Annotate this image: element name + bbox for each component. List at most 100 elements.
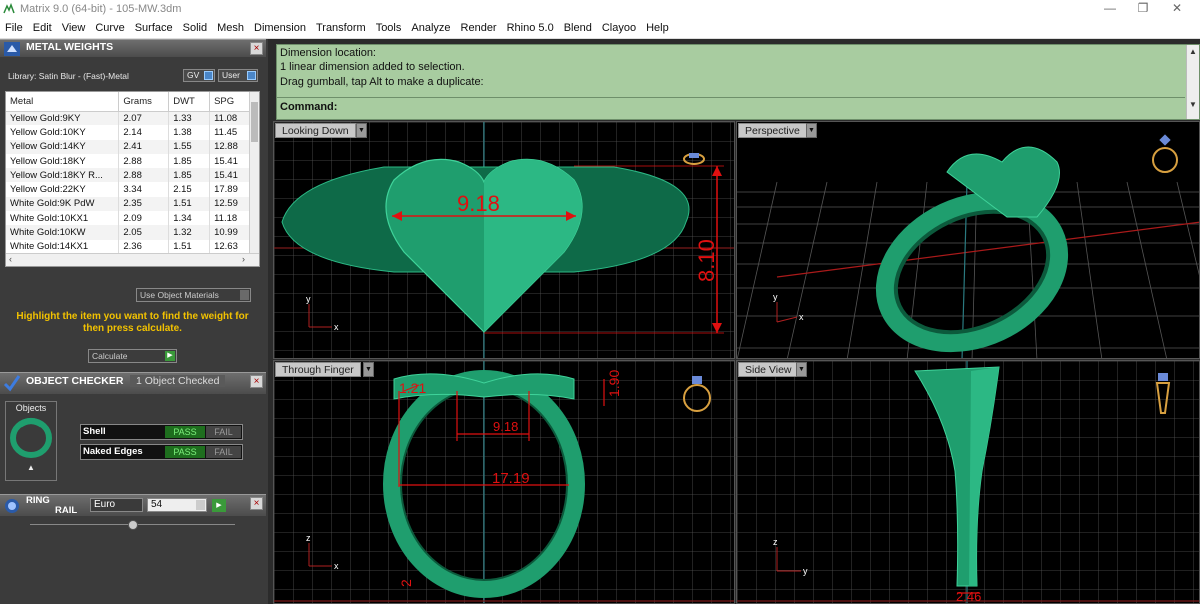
table-row[interactable]: Yellow Gold:9KY 2.07 1.33 11.08 bbox=[6, 111, 251, 126]
side-dimension-label: 2.46 bbox=[956, 589, 981, 604]
menu-rhino[interactable]: Rhino 5.0 bbox=[502, 19, 559, 39]
viewport-looking-down[interactable]: 9.18 8.10 y x Looking Down ▼ bbox=[273, 121, 735, 359]
metal-weights-close-button[interactable]: × bbox=[250, 42, 263, 55]
menu-render[interactable]: Render bbox=[456, 19, 502, 39]
table-cell: 11.45 bbox=[209, 125, 251, 140]
table-row[interactable]: White Gold:10KX1 2.09 1.34 11.18 bbox=[6, 211, 251, 226]
calculate-button[interactable]: Calculate ▶ bbox=[88, 349, 177, 363]
column-header-grams[interactable]: Grams bbox=[118, 92, 170, 112]
minimize-button[interactable]: — bbox=[1095, 1, 1125, 17]
viewport-perspective[interactable]: y x Perspective ▼ bbox=[736, 121, 1200, 359]
table-cell: 2.05 bbox=[118, 225, 170, 240]
ring-thumbnail-icon bbox=[10, 418, 52, 458]
table-cell: 1.85 bbox=[168, 153, 211, 169]
command-scrollbar[interactable]: ▲ ▼ bbox=[1186, 45, 1199, 119]
table-cell: 2.36 bbox=[118, 239, 170, 254]
metal-table[interactable]: Metal Grams DWT SPG Yellow Gold:9KY 2.07 1… bbox=[5, 91, 260, 267]
viewport-menu-arrow[interactable]: ▼ bbox=[363, 362, 374, 377]
weight-hint-text: Highlight the item you want to find the … bbox=[16, 311, 249, 334]
viewport-label-side-view[interactable]: Side View bbox=[738, 362, 799, 377]
table-row[interactable]: White Gold:14KX1 2.36 1.51 12.63 bbox=[6, 239, 251, 254]
table-cell: White Gold:10KX1 bbox=[6, 211, 120, 226]
menu-transform[interactable]: Transform bbox=[311, 19, 371, 39]
checkmark-icon bbox=[3, 375, 21, 392]
close-window-button[interactable]: ✕ bbox=[1162, 1, 1192, 17]
viewport-menu-arrow[interactable]: ▼ bbox=[796, 362, 807, 377]
table-row[interactable]: Yellow Gold:10KY 2.14 1.38 11.45 bbox=[6, 125, 251, 140]
menu-solid[interactable]: Solid bbox=[178, 19, 212, 39]
use-object-materials-dropdown[interactable]: Use Object Materials bbox=[136, 288, 251, 302]
ring-size-value: 54 bbox=[151, 499, 163, 510]
user-label: User bbox=[222, 70, 240, 80]
menu-blend[interactable]: Blend bbox=[559, 19, 597, 39]
table-cell: 2.88 bbox=[118, 153, 170, 169]
history-line-3: Drag gumball, tap Alt to make a duplicat… bbox=[280, 75, 484, 88]
metal-weights-title: METAL WEIGHTS bbox=[26, 41, 114, 53]
ring-size-select[interactable]: 54 bbox=[147, 498, 207, 512]
command-input[interactable]: Command: bbox=[277, 97, 1185, 117]
svg-text:z: z bbox=[306, 533, 311, 543]
menu-tools[interactable]: Tools bbox=[371, 19, 407, 39]
viewport-menu-arrow[interactable]: ▼ bbox=[356, 123, 367, 138]
table-cell: 2.09 bbox=[118, 211, 170, 226]
maximize-button[interactable]: ❐ bbox=[1128, 1, 1158, 17]
user-toggle[interactable]: User bbox=[218, 69, 258, 82]
menu-file[interactable]: File bbox=[0, 19, 28, 39]
column-header-spg[interactable]: SPG bbox=[209, 92, 251, 112]
menu-view[interactable]: View bbox=[57, 19, 91, 39]
table-cell: 2.35 bbox=[118, 196, 170, 212]
table-row[interactable]: Yellow Gold:18KY R... 2.88 1.85 15.41 bbox=[6, 168, 251, 183]
check-naked-edges-name: Naked Edges bbox=[83, 446, 143, 457]
window-title: Matrix 9.0 (64-bit) - 105-MW.3dm bbox=[20, 3, 182, 15]
scale-icon bbox=[4, 42, 20, 56]
viewport-through-finger[interactable]: 1.21 1.90 9.18 17.19 2 z x Through Finger… bbox=[273, 360, 735, 604]
table-cell: 15.41 bbox=[209, 168, 251, 183]
menu-help[interactable]: Help bbox=[641, 19, 674, 39]
menu-mesh[interactable]: Mesh bbox=[212, 19, 249, 39]
viewport-menu-arrow[interactable]: ▼ bbox=[806, 123, 817, 138]
menu-bar: File Edit View Curve Surface Solid Mesh Dimensi… bbox=[0, 19, 1200, 39]
check-shell-pass: PASS bbox=[165, 426, 205, 438]
objects-thumbnail[interactable]: Objects ▲ bbox=[5, 401, 57, 481]
metal-table-vertical-scrollbar[interactable] bbox=[249, 92, 259, 254]
app-icon bbox=[3, 3, 15, 14]
menu-dimension[interactable]: Dimension bbox=[249, 19, 311, 39]
ring-rail-go-button[interactable]: ▶ bbox=[212, 499, 226, 512]
metal-table-horizontal-scrollbar[interactable]: ‹ › bbox=[6, 253, 259, 266]
history-line-1: Dimension location: bbox=[280, 47, 376, 59]
column-header-metal[interactable]: Metal bbox=[6, 92, 120, 112]
thumbnail-up-arrow-icon[interactable]: ▲ bbox=[6, 463, 56, 472]
menu-curve[interactable]: Curve bbox=[90, 19, 129, 39]
object-checker-title: OBJECT CHECKER bbox=[26, 375, 124, 387]
ring-rail-close-button[interactable]: × bbox=[250, 497, 263, 510]
menu-surface[interactable]: Surface bbox=[130, 19, 178, 39]
table-cell: 10.99 bbox=[209, 225, 251, 240]
dimension-height-label: 8.10 bbox=[694, 239, 719, 282]
table-row[interactable]: Yellow Gold:22KY 3.34 2.15 17.89 bbox=[6, 182, 251, 197]
svg-text:y: y bbox=[306, 294, 311, 304]
object-checker-close-button[interactable]: × bbox=[250, 375, 263, 388]
menu-clayoo[interactable]: Clayoo bbox=[597, 19, 641, 39]
table-row[interactable]: White Gold:10KW 2.05 1.32 10.99 bbox=[6, 225, 251, 240]
viewport-label-looking-down[interactable]: Looking Down bbox=[275, 123, 356, 138]
table-cell: 11.18 bbox=[209, 211, 251, 226]
object-checker-header: OBJECT CHECKER 1 Object Checked × bbox=[0, 372, 266, 394]
ring-standard-field[interactable]: Euro bbox=[90, 498, 143, 512]
column-header-dwt[interactable]: DWT bbox=[168, 92, 211, 112]
ring-rail-title-1: RING bbox=[26, 495, 50, 506]
command-history: Dimension location: 1 linear dimension a… bbox=[280, 46, 1185, 97]
objects-label: Objects bbox=[15, 403, 47, 413]
menu-edit[interactable]: Edit bbox=[28, 19, 57, 39]
ring-size-slider-thumb[interactable] bbox=[128, 520, 138, 530]
table-row[interactable]: Yellow Gold:18KY 2.88 1.85 15.41 bbox=[6, 153, 251, 169]
dimension-width-label: 9.18 bbox=[457, 191, 500, 216]
gv-toggle[interactable]: GV bbox=[183, 69, 215, 82]
menu-analyze[interactable]: Analyze bbox=[406, 19, 455, 39]
table-row[interactable]: White Gold:9K PdW 2.35 1.51 12.59 bbox=[6, 196, 251, 212]
table-cell: 1.55 bbox=[168, 139, 211, 154]
table-row[interactable]: Yellow Gold:14KY 2.41 1.55 12.88 bbox=[6, 139, 251, 154]
viewport-label-perspective[interactable]: Perspective bbox=[738, 123, 807, 138]
viewport-label-through-finger[interactable]: Through Finger bbox=[275, 362, 361, 377]
viewport-side-view[interactable]: 2.46 z y Side View ▼ bbox=[736, 360, 1200, 604]
table-cell: 2.07 bbox=[118, 111, 170, 126]
